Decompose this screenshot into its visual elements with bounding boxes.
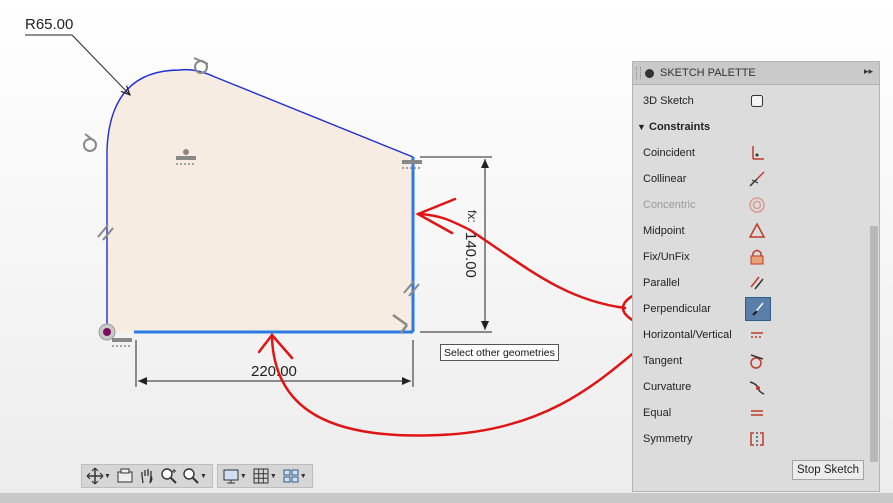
palette-item-label: Perpendicular [643,303,711,315]
zoom-dropdown-icon[interactable]: ▼ [200,473,207,480]
checkbox-icon[interactable] [745,90,769,112]
orbit-icon[interactable] [85,466,105,486]
grid-dropdown-icon[interactable]: ▼ [270,473,277,480]
curvature-icon [745,376,769,398]
palette-item-label: Equal [643,407,672,419]
tangent-icon [745,350,769,372]
palette-item-label: Curvature [643,381,692,393]
palette-item-midpoint[interactable]: Midpoint [633,218,869,244]
coincident-icon [745,142,769,164]
orbit-dropdown-icon[interactable]: ▼ [104,473,111,480]
palette-item-parallel[interactable]: Parallel [633,270,869,296]
navigation-toolbar: ▼ ▼ ▼ ▼ ▼ [81,464,313,488]
palette-item-curvature[interactable]: Curvature [633,374,869,400]
drag-grip-icon[interactable] [636,67,641,79]
palette-item-label: Parallel [643,277,680,289]
palette-item-label: Symmetry [643,433,693,445]
grid-icon[interactable] [251,466,271,486]
display-settings-icon[interactable] [221,466,241,486]
tooltip: Select other geometries [440,344,559,361]
display-tools-group: ▼ ▼ ▼ [216,464,313,488]
section-label: Constraints [649,121,711,133]
palette-item-collinear[interactable]: Collinear [633,166,869,192]
palette-item-label: Collinear [643,173,687,185]
palette-item-label: Tangent [643,355,683,367]
height-dimension[interactable]: 140.00 [462,232,479,278]
palette-item-concentric[interactable]: Concentric [633,192,869,218]
palette-item-perpendicular[interactable]: Perpendicular [633,296,869,322]
palette-item-3d-sketch[interactable]: 3D Sketch [633,88,869,114]
palette-item-label: 3D Sketch [643,95,694,107]
palette-item-label: Horizontal/Vertical [643,329,732,341]
tooltip-text: Select other geometries [444,346,555,359]
palette-section-constraints[interactable]: ▼ Constraints [633,114,869,140]
palette-item-horizontal-vertical[interactable]: Horizontal/Vertical [633,322,869,348]
parallel-icon [745,272,769,294]
concentric-icon [745,194,769,216]
display-dropdown-icon[interactable]: ▼ [240,473,247,480]
fit-view-icon[interactable] [181,466,201,486]
midpoint-icon [745,220,769,242]
height-dimension-prefix: fx: [465,210,479,223]
palette-scrollbar[interactable] [870,86,878,486]
viewports-icon[interactable] [281,466,301,486]
palette-header[interactable]: SKETCH PALETTE ▸▸ [633,62,879,85]
palette-item-symmetry[interactable]: Symmetry [633,426,869,452]
stop-sketch-button[interactable]: Stop Sketch [792,460,864,480]
viewports-dropdown-icon[interactable]: ▼ [300,473,307,480]
palette-item-label: Coincident [643,147,695,159]
tangent-constraint-icon-2[interactable] [83,133,97,152]
palette-item-label: Fix/UnFix [643,251,690,263]
horizontal-vertical-icon [745,324,769,346]
horizontal-constraint-icon-3[interactable] [112,338,132,347]
tangent-constraint-icon[interactable] [193,57,209,74]
sketch-profile[interactable] [107,69,413,333]
palette-title: SKETCH PALETTE [660,67,756,79]
look-at-icon[interactable] [115,466,135,486]
lock-icon [745,246,769,268]
collapse-dot-icon[interactable] [645,68,654,78]
palette-item-fix-unfix[interactable]: Fix/UnFix [633,244,869,270]
scrollbar-thumb[interactable] [870,226,878,462]
radius-dimension[interactable]: R65.00 [25,16,73,33]
origin-dot [103,328,111,336]
equal-icon [745,402,769,424]
palette-item-label: Concentric [643,199,696,211]
expand-panel-icon[interactable]: ▸▸ [864,66,873,77]
section-collapse-icon[interactable]: ▼ [637,122,646,132]
palette-item-label: Midpoint [643,225,685,237]
pan-hand-icon[interactable] [137,466,157,486]
perpendicular-icon[interactable] [745,297,771,321]
palette-item-coincident[interactable]: Coincident [633,140,869,166]
palette-item-tangent[interactable]: Tangent [633,348,869,374]
symmetry-icon [745,428,769,450]
collinear-icon [745,168,769,190]
bottom-status-bar [0,493,893,503]
palette-item-equal[interactable]: Equal [633,400,869,426]
navigation-tools-group: ▼ ▼ [81,464,213,488]
zoom-icon[interactable] [159,466,179,486]
width-dimension[interactable]: 220.00 [251,363,297,380]
sketch-palette: SKETCH PALETTE ▸▸ 3D Sketch ▼ Constraint… [632,61,880,492]
